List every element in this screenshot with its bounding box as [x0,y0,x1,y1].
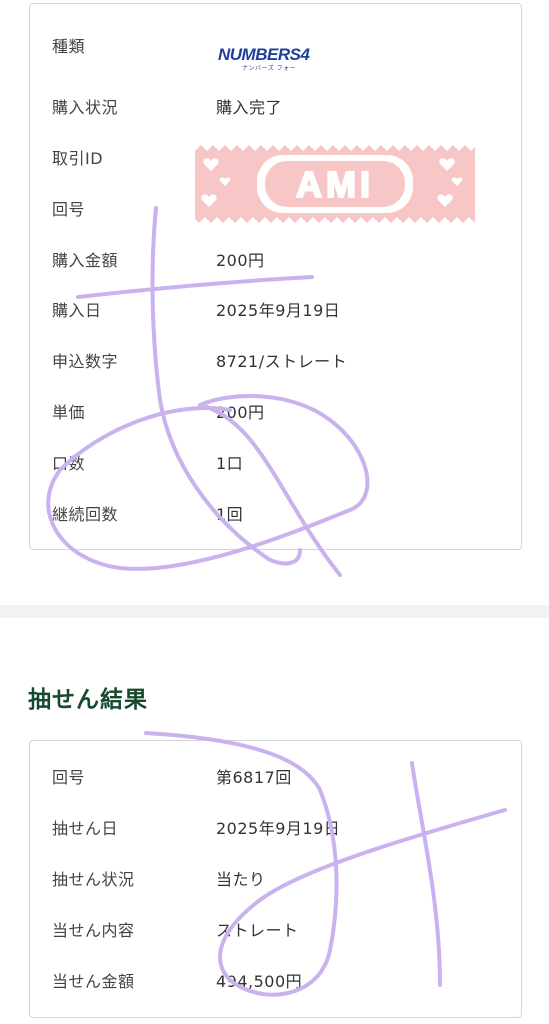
row-label: 継続回数 [52,505,119,524]
logo-sub-text: ナンバーズ フォー [242,64,296,72]
row-label: 当せん内容 [52,921,135,940]
row-label: 口数 [52,454,86,473]
row-value: 200円 [216,251,265,270]
section-divider [0,605,549,618]
row-value: 購入完了 [216,98,283,117]
row-continuation-count: 継続回数 1回 [52,502,511,528]
row-purchase-status: 購入状況 購入完了 [52,95,511,121]
numbers4-logo: NUMBERS4 ナンバーズ フォー [218,45,311,72]
row-selected-numbers: 申込数字 8721/ストレート [52,349,511,375]
row-label: 購入状況 [52,98,119,117]
row-value: 200円 [216,403,265,422]
row-label: 申込数字 [52,352,119,371]
row-value: 2025年9月19日 [216,301,341,320]
row-label: 回号 [52,200,86,219]
row-label: 抽せん日 [52,819,119,838]
row-type: 種類 NUMBERS4 ナンバーズ フォー [52,34,511,72]
row-result-draw-number: 回号 第6817回 [52,765,511,791]
ami-sticker: AMI [195,145,475,223]
row-value: 1回 [216,505,244,524]
row-label: 当せん金額 [52,972,135,991]
row-label: 購入金額 [52,251,119,270]
row-label: 種類 [52,37,86,56]
row-value: 当たり [216,870,266,889]
sticker-text: AMI [296,164,374,205]
row-value: 1口 [216,454,244,473]
row-label: 抽せん状況 [52,870,135,889]
row-value: ストレート [216,921,299,940]
row-unit-price: 単価 200円 [52,400,511,426]
row-label: 購入日 [52,301,102,320]
draw-result-card: 回号 第6817回 抽せん日 2025年9月19日 抽せん状況 当たり 当せん内… [29,740,522,1018]
row-value: 494,500円 [216,972,303,991]
row-draw-date: 抽せん日 2025年9月19日 [52,816,511,842]
row-label: 取引ID [52,149,104,168]
row-value: 8721/ストレート [216,352,348,371]
row-prize-amount: 当せん金額 494,500円 [52,969,511,995]
row-label: 単価 [52,403,86,422]
row-purchase-date: 購入日 2025年9月19日 [52,298,511,324]
row-label: 回号 [52,768,86,787]
row-value: 2025年9月19日 [216,819,341,838]
row-value: 第6817回 [216,768,292,787]
row-prize-type: 当せん内容 ストレート [52,918,511,944]
result-section-title: 抽せん結果 [28,687,148,713]
row-draw-status: 抽せん状況 当たり [52,867,511,893]
row-units: 口数 1口 [52,451,511,477]
purchase-details-card: 種類 NUMBERS4 ナンバーズ フォー 購入状況 購入完了 取引ID 回号 … [29,3,522,550]
row-purchase-amount: 購入金額 200円 [52,248,511,274]
